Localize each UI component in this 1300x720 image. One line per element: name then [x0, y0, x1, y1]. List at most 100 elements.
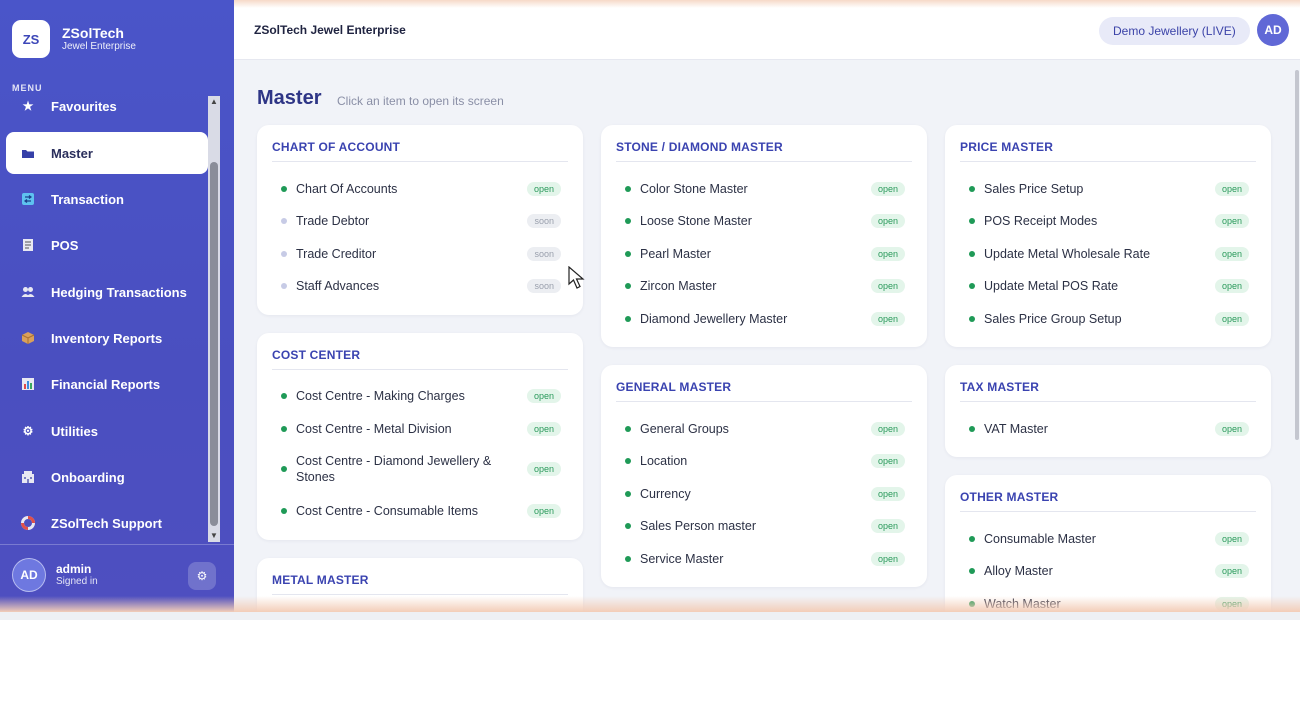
item-label: Watch Master	[984, 597, 1061, 611]
list-item[interactable]: Zircon Master open	[625, 278, 905, 294]
item-label: Zircon Master	[640, 279, 717, 293]
item-label: Cost Centre - Diamond Jewellery & Stones	[296, 454, 492, 484]
status-badge: open	[870, 214, 905, 228]
status-dot	[625, 283, 631, 289]
divider	[960, 511, 1256, 512]
sidebar-item-utilities[interactable]: ⚙ Utilities	[6, 410, 208, 452]
list-item[interactable]: Cost Centre - Metal Division open	[281, 421, 561, 437]
list-item[interactable]: General Groups open	[625, 421, 905, 437]
main-scrollbar[interactable]	[1294, 60, 1300, 612]
receipt-icon	[20, 237, 36, 253]
status-badge: open	[1214, 214, 1249, 228]
list-item[interactable]: Trade Debtor soon	[281, 213, 561, 229]
status-dot	[281, 283, 287, 289]
status-dot	[969, 601, 975, 607]
sidebar-item-hedging-transactions[interactable]: Hedging Transactions	[6, 271, 208, 313]
sidebar-item-label: Financial Reports	[51, 376, 161, 392]
box-icon	[20, 330, 36, 346]
list-item[interactable]: Cost Centre - Consumable Items open	[281, 503, 561, 519]
status-dot	[969, 536, 975, 542]
list-item[interactable]: Cost Centre - Making Charges open	[281, 388, 561, 404]
page-subtitle: Click an item to open its screen	[337, 94, 504, 108]
scroll-down-arrow-icon[interactable]: ▼	[208, 530, 220, 542]
list-item[interactable]: Color Stone Master open	[625, 181, 905, 197]
list-item[interactable]: Loose Stone Master open	[625, 213, 905, 229]
status-badge: open	[1214, 597, 1249, 611]
sidebar-scrollbar[interactable]: ▲ ▼	[208, 96, 220, 542]
card-title: OTHER MASTER	[960, 490, 1059, 504]
sidebar-item-inventory-reports[interactable]: Inventory Reports	[6, 317, 208, 359]
status-dot	[625, 186, 631, 192]
item-label: Update Metal POS Rate	[984, 279, 1119, 293]
status-dot	[281, 426, 287, 432]
user-name: admin	[56, 561, 92, 576]
list-item[interactable]: Sales Person master open	[625, 518, 905, 534]
users-icon	[20, 284, 36, 300]
list-item[interactable]: POS Receipt Modes open	[969, 213, 1249, 229]
list-item[interactable]: Trade Creditor soon	[281, 246, 561, 262]
scrollbar-thumb[interactable]	[210, 162, 218, 526]
list-item[interactable]: Pearl Master open	[625, 246, 905, 262]
avatar[interactable]: AD	[1257, 14, 1289, 46]
scrollbar-thumb[interactable]	[1295, 70, 1299, 440]
list-item[interactable]: Consumable Master open	[969, 531, 1249, 547]
status-badge: open	[1214, 422, 1249, 436]
item-label: Sales Price Group Setup	[984, 312, 1122, 326]
sidebar-item-master[interactable]: Master	[6, 132, 208, 174]
sidebar-item-label: Inventory Reports	[51, 330, 163, 346]
status-dot	[625, 491, 631, 497]
user-status: Signed in	[56, 575, 98, 587]
sidebar-item-pos[interactable]: POS	[6, 224, 208, 266]
card-title: COST CENTER	[272, 348, 361, 362]
list-item[interactable]: Update Metal Wholesale Rate open	[969, 246, 1249, 262]
card-title: PRICE MASTER	[960, 140, 1054, 154]
status-dot	[969, 426, 975, 432]
divider	[960, 161, 1256, 162]
list-item[interactable]: Chart Of Accounts open	[281, 181, 561, 197]
avatar: AD	[12, 558, 46, 592]
status-badge: open	[870, 454, 905, 468]
company-selector[interactable]: Demo Jewellery (LIVE)	[1099, 17, 1250, 45]
status-dot	[281, 251, 287, 257]
status-dot	[625, 556, 631, 562]
list-item[interactable]: Currency open	[625, 486, 905, 502]
status-badge: soon	[527, 247, 561, 261]
list-item[interactable]: Diamond Jewellery Master open	[625, 311, 905, 327]
list-item[interactable]: Update Metal POS Rate open	[969, 278, 1249, 294]
list-item[interactable]: Cost Centre - Diamond Jewellery & Stones…	[281, 453, 561, 485]
list-item[interactable]: Staff Advances soon	[281, 278, 561, 294]
status-badge: open	[1214, 279, 1249, 293]
divider	[616, 401, 912, 402]
status-badge: open	[870, 552, 905, 566]
list-item[interactable]: Service Master open	[625, 551, 905, 567]
item-label: Currency	[640, 487, 691, 501]
card-title: CHART OF ACCOUNT	[272, 140, 401, 154]
list-item[interactable]: Alloy Master open	[969, 563, 1249, 579]
window-edge-glow	[234, 0, 1300, 8]
user-profile[interactable]: AD admin Signed in	[12, 558, 98, 592]
brand[interactable]: ZS ZSolTech Jewel Enterprise	[12, 20, 136, 58]
sidebar-item-transaction[interactable]: Transaction	[6, 178, 208, 220]
status-badge: open	[526, 182, 561, 196]
list-item[interactable]: Sales Price Group Setup open	[969, 311, 1249, 327]
sidebar-item-favourites[interactable]: ★ Favourites	[6, 85, 208, 127]
list-item[interactable]: Sales Price Setup open	[969, 181, 1249, 197]
list-item[interactable]: Location open	[625, 453, 905, 469]
sidebar: ZS ZSolTech Jewel Enterprise MENU ★ Favo…	[0, 0, 234, 612]
sidebar-item-onboarding[interactable]: Onboarding	[6, 456, 208, 498]
status-badge: open	[1214, 182, 1249, 196]
item-label: Service Master	[640, 552, 724, 566]
list-item[interactable]: VAT Master open	[969, 421, 1249, 437]
list-item[interactable]: Watch Master open	[969, 596, 1249, 612]
scroll-up-arrow-icon[interactable]: ▲	[208, 96, 220, 108]
top-bar: ZSolTech Jewel Enterprise Demo Jewellery…	[234, 0, 1300, 60]
divider	[272, 594, 568, 595]
user-settings-button[interactable]: ⚙	[188, 562, 216, 590]
divider	[272, 369, 568, 370]
status-dot	[625, 218, 631, 224]
status-dot	[625, 251, 631, 257]
status-dot	[281, 186, 287, 192]
sidebar-item-zsoltech-support[interactable]: ZSolTech Support	[6, 502, 208, 544]
card-price-master: PRICE MASTER Sales Price Setup open POS R…	[945, 125, 1271, 347]
sidebar-item-financial-reports[interactable]: Financial Reports	[6, 363, 208, 405]
